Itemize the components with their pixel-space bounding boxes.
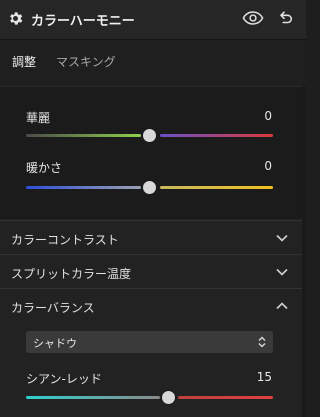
vibrance-track-right[interactable]: [160, 134, 273, 137]
cyan-red-track-left[interactable]: [26, 396, 160, 399]
section-label: カラーコントラスト: [11, 233, 119, 247]
panel-title: カラーハーモニー: [31, 14, 135, 29]
cyan-red-label: シアン-レッド: [26, 372, 102, 386]
vibrance-value[interactable]: 0: [264, 109, 272, 123]
section-label: スプリットカラー温度: [11, 267, 132, 281]
scrollbar[interactable]: [302, 86, 306, 417]
cyan-red-track-right[interactable]: [178, 396, 273, 399]
tab-adjust[interactable]: 調整: [12, 53, 36, 70]
vibrance-track-left[interactable]: [26, 134, 141, 137]
section-split-color-temp[interactable]: スプリットカラー温度: [0, 254, 306, 288]
section-color-contrast[interactable]: カラーコントラスト: [0, 220, 306, 254]
chevron-down-icon: [276, 268, 288, 276]
warmth-value[interactable]: 0: [264, 159, 272, 173]
gear-icon[interactable]: [7, 10, 24, 27]
section-color-balance[interactable]: カラーバランス: [0, 288, 306, 322]
warmth-label: 暖かさ: [26, 161, 63, 175]
tone-range-select[interactable]: シャドウ: [26, 331, 273, 353]
tab-bar: 調整 マスキング: [0, 40, 306, 86]
vibrance-label: 華麗: [26, 111, 51, 125]
panel-header: カラーハーモニー: [0, 0, 306, 40]
section-label: カラーバランス: [11, 301, 95, 315]
vibrance-thumb[interactable]: [143, 129, 156, 142]
cyan-red-thumb[interactable]: [162, 391, 175, 404]
warmth-track-left[interactable]: [26, 186, 141, 189]
updown-chevron-icon: [258, 336, 266, 348]
tone-range-value: シャドウ: [33, 337, 77, 350]
eye-icon[interactable]: [242, 10, 264, 26]
tab-masking[interactable]: マスキング: [56, 53, 116, 70]
cyan-red-value[interactable]: 15: [257, 370, 272, 384]
color-balance-body: シャドウ シアン-レッド 15: [0, 322, 306, 417]
undo-icon[interactable]: [276, 9, 294, 27]
adjust-panel: 華麗 0 暖かさ 0: [0, 86, 306, 219]
chevron-up-icon: [276, 302, 288, 310]
warmth-track-right[interactable]: [160, 186, 273, 189]
chevron-down-icon: [276, 234, 288, 242]
warmth-thumb[interactable]: [143, 181, 156, 194]
